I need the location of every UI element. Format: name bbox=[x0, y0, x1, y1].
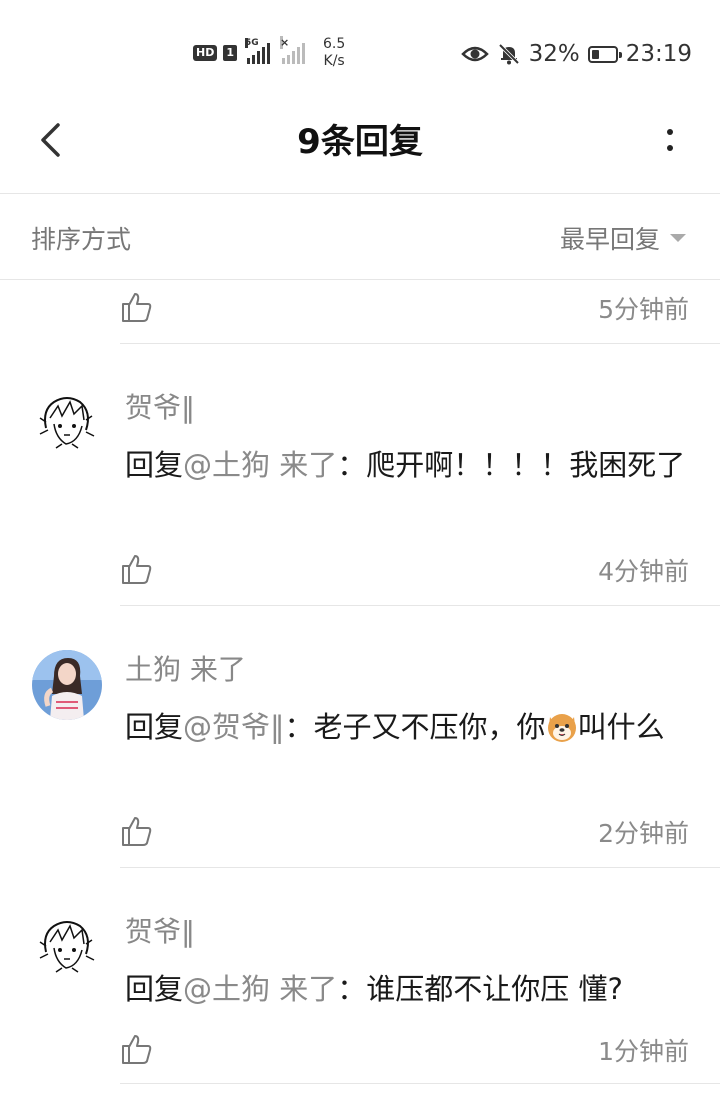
timestamp: 4分钟前 bbox=[598, 557, 689, 586]
comment-text-continued: 叫什么 bbox=[577, 710, 665, 744]
girl-avatar-icon bbox=[32, 650, 102, 720]
comment-body: 回复@贺爷‖：老子又不压你，你 叫什么 bbox=[125, 704, 695, 750]
bell-muted-icon bbox=[498, 43, 519, 65]
caret-down-icon bbox=[670, 234, 686, 242]
hd-badge: HD bbox=[193, 45, 218, 61]
previous-comment-footer: 5分钟前 bbox=[120, 280, 720, 344]
status-right: 32% 23:19 bbox=[460, 38, 692, 70]
avatar[interactable] bbox=[32, 650, 102, 720]
comment-item: 贺爷‖ 回复@土狗 来了：爬开啊！！！！我困死了 4分钟前 bbox=[32, 344, 720, 606]
thumbs-up-icon[interactable] bbox=[120, 1032, 154, 1066]
mention-link[interactable]: @土狗 来了 bbox=[183, 448, 337, 482]
battery-percent: 32% bbox=[528, 41, 580, 67]
comment-text: 老子又不压你，你 bbox=[313, 710, 546, 744]
dog-emoji-icon bbox=[547, 714, 576, 742]
comment-list: 5分钟前 贺爷‖ 回复@土狗 来了：爬开啊！！！！我困死了 4分钟前 土狗 来了… bbox=[0, 280, 720, 1084]
status-left: HD 1 5G × 6.5 K/s bbox=[193, 36, 345, 70]
sketch-avatar-icon bbox=[32, 388, 102, 458]
comment-author[interactable]: 贺爷‖ bbox=[125, 386, 195, 426]
sketch-avatar-icon bbox=[32, 912, 102, 982]
clock: 23:19 bbox=[625, 41, 692, 67]
mention-link[interactable]: @土狗 来了 bbox=[183, 972, 337, 1006]
eye-icon bbox=[460, 46, 489, 62]
nav-bar: 9条回复 bbox=[0, 90, 720, 194]
comment-footer: 2分钟前 bbox=[120, 814, 720, 858]
comment-item: 贺爷‖ 回复@土狗 来了：谁压都不让你压 懂? 1分钟前 bbox=[32, 868, 720, 1084]
thumbs-up-icon[interactable] bbox=[120, 814, 154, 848]
comment-footer: 5分钟前 bbox=[120, 290, 720, 334]
comment-author[interactable]: 土狗 来了 bbox=[125, 648, 246, 688]
timestamp: 1分钟前 bbox=[598, 1037, 689, 1066]
reply-prefix: 回复 bbox=[125, 972, 184, 1006]
more-options-button[interactable] bbox=[658, 118, 682, 162]
sort-bar: 排序方式 最早回复 bbox=[0, 194, 720, 280]
sort-label: 排序方式 bbox=[31, 225, 132, 254]
net-speed-value: 6.5 bbox=[323, 36, 346, 52]
net-speed: 6.5 K/s bbox=[323, 36, 345, 70]
mention-link[interactable]: @贺爷‖ bbox=[183, 710, 285, 744]
timestamp: 5分钟前 bbox=[598, 295, 689, 324]
no-signal-x-icon: × bbox=[280, 36, 290, 49]
comment-footer: 1分钟前 bbox=[120, 1032, 720, 1076]
timestamp: 2分钟前 bbox=[598, 819, 689, 848]
more-dot-icon bbox=[667, 129, 673, 135]
signal-no-service-icon: × bbox=[280, 36, 305, 64]
sim-number: 1 bbox=[223, 45, 237, 61]
network-type: 5G bbox=[245, 38, 259, 48]
comment-item: 土狗 来了 回复@贺爷‖：老子又不压你，你 叫什么 2分钟前 bbox=[32, 606, 720, 868]
comment-author[interactable]: 贺爷‖ bbox=[125, 910, 195, 950]
avatar[interactable] bbox=[32, 388, 102, 458]
reply-separator: ： bbox=[337, 448, 367, 482]
thumbs-up-icon[interactable] bbox=[120, 552, 154, 586]
comment-text: 谁压都不让你压 懂? bbox=[366, 972, 623, 1006]
sort-value: 最早回复 bbox=[559, 225, 660, 254]
comment-body: 回复@土狗 来了：谁压都不让你压 懂? bbox=[125, 966, 695, 1012]
comment-footer: 4分钟前 bbox=[120, 552, 720, 596]
battery-icon bbox=[587, 45, 622, 63]
reply-separator: ： bbox=[284, 710, 314, 744]
signal-5g-icon: 5G bbox=[245, 38, 270, 64]
avatar[interactable] bbox=[32, 912, 102, 982]
battery-fill bbox=[591, 49, 599, 59]
net-speed-unit: K/s bbox=[323, 53, 345, 69]
reply-prefix: 回复 bbox=[125, 710, 184, 744]
more-dot-icon bbox=[667, 145, 673, 151]
status-bar: HD 1 5G × 6.5 K/s 32% 23:19 bbox=[0, 0, 720, 90]
reply-prefix: 回复 bbox=[125, 448, 184, 482]
page-title: 9条回复 bbox=[297, 122, 423, 162]
comment-body: 回复@土狗 来了：爬开啊！！！！我困死了 bbox=[125, 442, 695, 488]
reply-separator: ： bbox=[337, 972, 367, 1006]
thumbs-up-icon[interactable] bbox=[120, 290, 154, 324]
comment-text: 爬开啊！！！！我困死了 bbox=[366, 448, 686, 482]
sort-dropdown[interactable]: 最早回复 bbox=[560, 220, 686, 256]
